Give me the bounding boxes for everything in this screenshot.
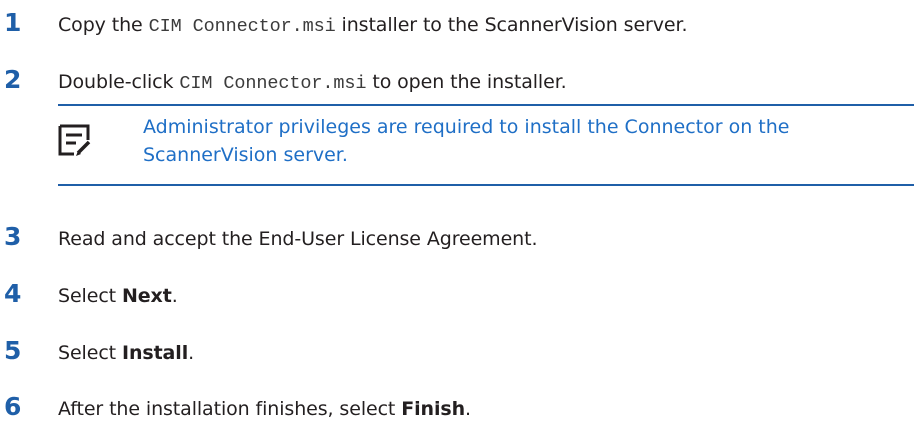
step-text: Select Next. — [58, 285, 178, 307]
step-3: 3 Read and accept the End-User License A… — [0, 222, 538, 251]
step-number: 6 — [4, 392, 22, 421]
step-text: After the installation finishes, select … — [58, 398, 471, 420]
step-number: 1 — [4, 8, 22, 37]
step-text: Double-click CIM Connector.msi to open t… — [58, 71, 567, 94]
step-5: 5 Select Install. — [0, 336, 194, 365]
step-text: Read and accept the End-User License Agr… — [58, 228, 538, 250]
ui-label-install: Install — [121, 342, 189, 364]
step-1: 1 Copy the CIM Connector.msi installer t… — [0, 8, 688, 37]
step-text: Select Install. — [58, 342, 195, 364]
note-icon — [58, 124, 91, 156]
filename-code: CIM Connector.msi — [179, 73, 367, 94]
ui-label-next: Next — [121, 285, 172, 307]
step-number: 5 — [4, 336, 22, 365]
ui-label-finish: Finish — [401, 398, 466, 420]
step-number: 2 — [4, 65, 22, 94]
step-4: 4 Select Next. — [0, 279, 178, 308]
note-text: Administrator privileges are required to… — [143, 116, 790, 166]
step-number: 4 — [4, 279, 22, 308]
step-2: 2 Double-click CIM Connector.msi to open… — [0, 65, 567, 94]
step-6: 6 After the installation finishes, selec… — [0, 392, 471, 421]
step-text: Copy the CIM Connector.msi installer to … — [58, 14, 688, 37]
filename-code: CIM Connector.msi — [148, 16, 336, 37]
step-number: 3 — [4, 222, 22, 251]
note-box: Administrator privileges are required to… — [58, 104, 914, 186]
